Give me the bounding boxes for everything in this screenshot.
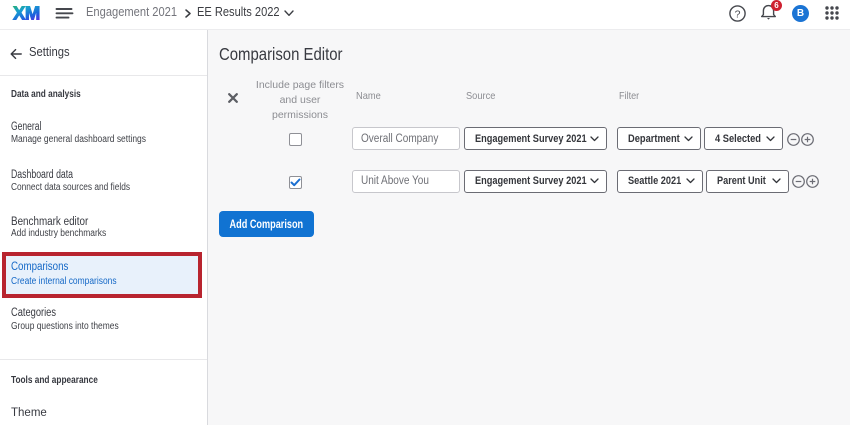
- svg-text:?: ?: [735, 8, 741, 20]
- svg-text:XM: XM: [13, 3, 40, 24]
